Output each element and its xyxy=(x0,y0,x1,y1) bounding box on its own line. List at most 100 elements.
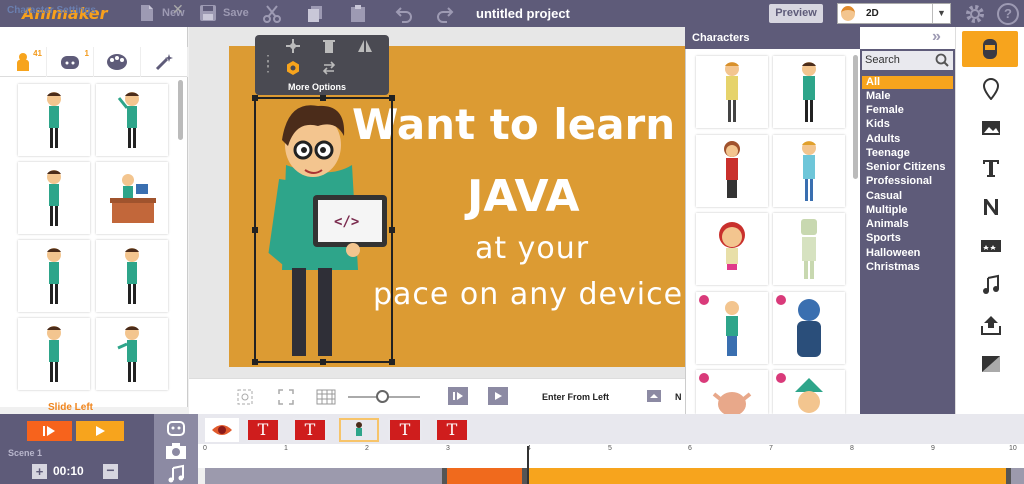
undo-icon[interactable] xyxy=(395,5,413,23)
project-title[interactable]: untitled project xyxy=(476,6,570,21)
sidebar-item-characters[interactable] xyxy=(962,31,1018,67)
tab-effects[interactable] xyxy=(141,47,188,77)
camera-icon[interactable] xyxy=(164,441,188,461)
enter-effect-label[interactable]: Enter From Left xyxy=(542,392,609,402)
timeline-item-text[interactable]: T xyxy=(435,418,469,442)
category-animals[interactable]: Animals xyxy=(866,218,909,230)
timeline-item-visibility[interactable] xyxy=(205,418,239,442)
pose-thumbnail[interactable] xyxy=(18,84,90,156)
timeline-bar-enter[interactable] xyxy=(445,468,525,484)
fullscreen-icon[interactable] xyxy=(278,389,294,405)
image-icon[interactable] xyxy=(980,117,1002,139)
category-senior-citizens[interactable]: Senior Citizens xyxy=(866,161,945,173)
canvas-text-line-1[interactable]: Want to learn xyxy=(352,100,675,149)
pose-thumbnail[interactable] xyxy=(96,162,168,234)
timeline-bar-duration[interactable] xyxy=(525,468,1010,484)
category-kids[interactable]: Kids xyxy=(866,118,890,130)
collapse-icon[interactable]: » xyxy=(932,28,941,46)
tab-characters[interactable]: 41 xyxy=(0,47,47,77)
category-casual[interactable]: Casual xyxy=(866,190,902,202)
timeline-bar-before[interactable] xyxy=(205,468,445,484)
decrease-duration-button[interactable]: − xyxy=(103,463,118,479)
flip-icon[interactable] xyxy=(358,39,372,53)
gear-icon[interactable] xyxy=(964,3,986,25)
category-female[interactable]: Female xyxy=(866,104,904,116)
canvas-text-line-3[interactable]: at your xyxy=(475,231,589,266)
category-christmas[interactable]: Christmas xyxy=(866,261,920,273)
play-animation-button[interactable] xyxy=(488,387,508,405)
copy-icon[interactable] xyxy=(305,4,325,24)
selection-box[interactable] xyxy=(252,95,395,365)
category-multiple[interactable]: Multiple xyxy=(866,204,908,216)
category-sports[interactable]: Sports xyxy=(866,232,901,244)
upload-icon[interactable] xyxy=(980,314,1002,336)
category-adults[interactable]: Adults xyxy=(866,133,900,145)
character-thumbnail[interactable] xyxy=(773,135,845,207)
focus-icon[interactable] xyxy=(237,389,253,405)
move-icon[interactable] xyxy=(286,39,300,53)
timeline-bar-after[interactable] xyxy=(1010,468,1024,484)
mode-select[interactable]: 2D ▼ xyxy=(837,3,951,24)
pose-thumbnail[interactable] xyxy=(96,318,168,390)
drag-handle-icon[interactable]: ⋮ ⋮ xyxy=(261,53,275,73)
timeline-playhead[interactable] xyxy=(527,446,529,484)
swap-icon[interactable] xyxy=(322,61,336,75)
grid-icon[interactable] xyxy=(316,389,336,405)
character-thumbnail[interactable] xyxy=(696,213,768,285)
close-icon[interactable]: ✕ xyxy=(172,1,184,18)
more-options-label[interactable]: More Options xyxy=(288,82,346,92)
increase-duration-button[interactable]: + xyxy=(32,464,47,479)
character-thumbnail[interactable] xyxy=(773,370,845,414)
pose-thumbnail[interactable] xyxy=(18,162,90,234)
enter-animation-button[interactable] xyxy=(448,387,468,405)
n-icon[interactable] xyxy=(980,196,1002,218)
category-professional[interactable]: Professional xyxy=(866,175,932,187)
robot-icon[interactable] xyxy=(164,418,188,438)
category-all[interactable]: All xyxy=(866,76,880,88)
film-strip-icon[interactable] xyxy=(980,235,1002,257)
preview-button[interactable]: Preview xyxy=(769,4,823,23)
tab-face[interactable]: 1 xyxy=(47,47,94,77)
character-thumbnail[interactable] xyxy=(696,292,768,364)
play-button[interactable] xyxy=(76,421,124,441)
cut-icon[interactable] xyxy=(262,4,282,24)
pose-thumbnail[interactable] xyxy=(96,84,168,156)
help-icon[interactable]: ? xyxy=(997,3,1019,25)
pose-thumbnail[interactable] xyxy=(18,318,90,390)
canvas-text-line-2[interactable]: JAVA xyxy=(467,171,580,222)
character-thumbnail[interactable] xyxy=(696,56,768,128)
character-thumbnail[interactable] xyxy=(773,56,845,128)
save-button[interactable]: Save xyxy=(199,4,249,22)
location-pin-icon[interactable] xyxy=(980,78,1002,100)
timeline-bar-handle[interactable] xyxy=(1006,468,1011,484)
effect-up-button[interactable] xyxy=(647,390,661,402)
category-halloween[interactable]: Halloween xyxy=(866,247,920,259)
character-thumbnail[interactable] xyxy=(696,135,768,207)
search-input[interactable]: Search xyxy=(862,51,953,70)
redo-icon[interactable] xyxy=(436,5,454,23)
text-icon[interactable] xyxy=(980,157,1002,179)
scrollbar[interactable] xyxy=(178,80,183,140)
category-teenage[interactable]: Teenage xyxy=(866,147,910,159)
tab-colors[interactable] xyxy=(94,47,141,77)
character-thumbnail[interactable] xyxy=(773,292,845,364)
timeline-item-character[interactable] xyxy=(339,418,379,442)
music-icon[interactable] xyxy=(980,274,1002,296)
play-scene-from-start-button[interactable] xyxy=(27,421,72,441)
pose-thumbnail[interactable] xyxy=(18,240,90,312)
pose-thumbnail[interactable] xyxy=(96,240,168,312)
character-thumbnail[interactable] xyxy=(773,213,845,285)
paste-icon[interactable] xyxy=(348,4,368,24)
canvas-text-line-4[interactable]: pace on any device xyxy=(373,277,683,312)
timeline-item-text[interactable]: T xyxy=(293,418,327,442)
scrollbar[interactable] xyxy=(853,55,858,179)
music-track-icon[interactable] xyxy=(164,464,188,484)
zoom-slider-handle[interactable] xyxy=(376,390,389,403)
category-male[interactable]: Male xyxy=(866,90,890,102)
gradient-icon[interactable] xyxy=(980,353,1002,375)
character-thumbnail[interactable] xyxy=(696,370,768,416)
delete-icon[interactable] xyxy=(323,39,335,53)
settings-hex-icon[interactable] xyxy=(286,61,300,75)
timeline-item-text[interactable]: T xyxy=(388,418,422,442)
exit-effect-label[interactable]: N xyxy=(675,392,682,402)
